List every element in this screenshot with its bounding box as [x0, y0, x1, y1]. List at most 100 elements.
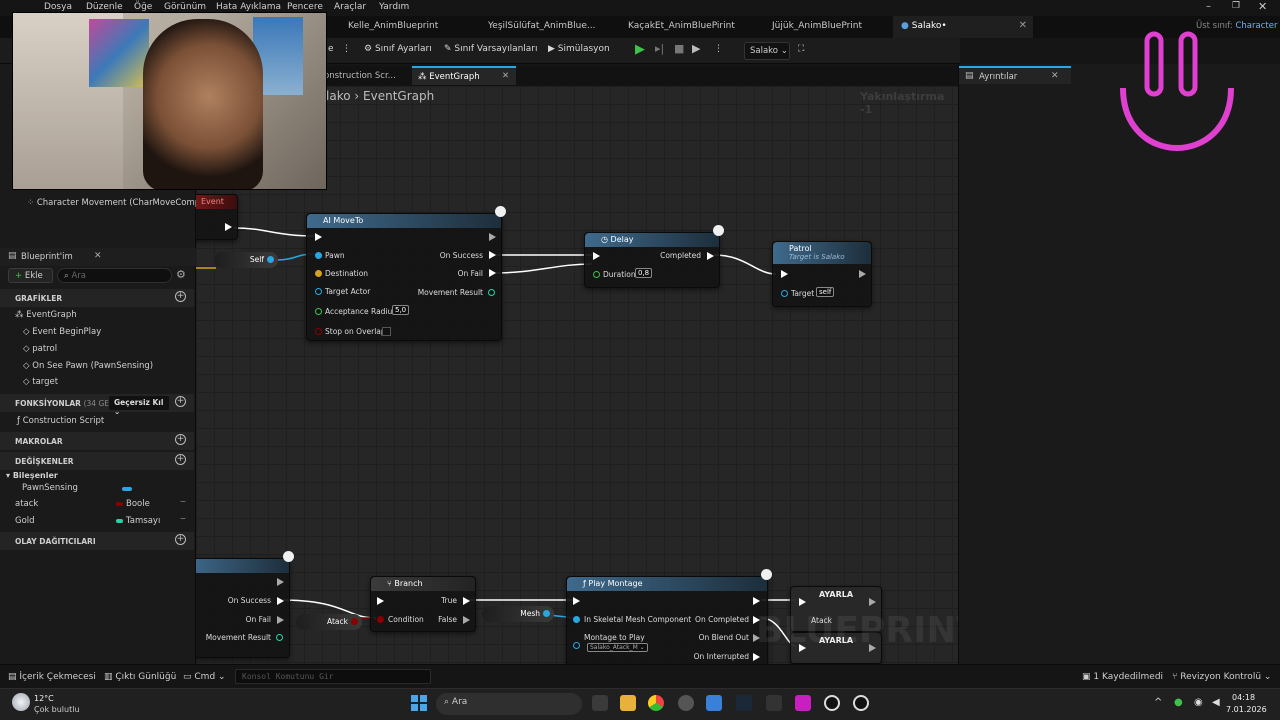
add-dispatcher-icon[interactable]: +	[175, 534, 186, 545]
step-icon[interactable]: ▸|	[655, 42, 664, 55]
file-explorer-icon[interactable]	[620, 695, 636, 711]
play-icon[interactable]: ▶	[635, 42, 645, 57]
skeletal-mesh-pin[interactable]	[573, 616, 580, 623]
mic-icon[interactable]: ●	[1174, 697, 1183, 708]
class-defaults-button[interactable]: ✎ Sınıf Varsayılanları	[444, 44, 538, 54]
exec-out-pin[interactable]	[225, 223, 232, 231]
self-variable-node[interactable]: Self	[214, 252, 278, 268]
close-tab-icon[interactable]: ✕	[502, 71, 509, 81]
completed-pin[interactable]	[707, 252, 714, 260]
more-menu-icon[interactable]: ⋮	[342, 44, 351, 54]
content-drawer-button[interactable]: ▤ İçerik Çekmecesi	[8, 672, 96, 682]
variable-item-gold[interactable]: Gold	[15, 516, 35, 526]
condition-pin[interactable]	[377, 616, 384, 623]
close-tab-icon[interactable]: ✕	[1019, 20, 1027, 31]
epic-games-icon[interactable]	[766, 695, 782, 711]
chrome-icon[interactable]	[648, 695, 664, 711]
clock-time[interactable]: 04:18	[1232, 693, 1255, 702]
false-pin[interactable]	[463, 616, 470, 624]
exec-out-pin[interactable]	[753, 597, 760, 605]
revision-control-button[interactable]: ⑂ Revizyon Kontrolü ⌄	[1172, 672, 1271, 682]
bool-pin[interactable]	[351, 618, 358, 625]
atack-variable-node[interactable]: Atack	[296, 614, 362, 630]
tab-salako[interactable]: ● Salako• ✕	[893, 16, 1033, 38]
steam-icon[interactable]	[736, 695, 752, 711]
visibility-icon[interactable]: ⌣	[180, 514, 186, 524]
graph-item-eventgraph[interactable]: ⁂ EventGraph	[15, 310, 77, 320]
branch-node[interactable]: ⑂ Branch Condition True False	[370, 576, 476, 632]
exec-in-pin[interactable]	[781, 270, 788, 278]
movement-result-pin[interactable]	[488, 289, 495, 296]
unreal-icon[interactable]	[824, 695, 840, 711]
duration-pin[interactable]	[593, 271, 600, 278]
component-item-charmove[interactable]: ⁘ Character Movement (CharMoveComp)	[27, 198, 203, 208]
event-node-partial[interactable]: Event	[196, 194, 238, 240]
class-settings-button[interactable]: ⚙ Sınıf Ayarları	[364, 44, 432, 54]
unreal-active-icon[interactable]	[853, 695, 869, 711]
add-variable-icon[interactable]: +	[175, 454, 186, 465]
components-group[interactable]: ▾ Bileşenler	[6, 471, 58, 480]
on-interrupted-pin[interactable]	[753, 653, 760, 661]
movement-result-pin[interactable]	[276, 634, 283, 641]
weather-icon[interactable]	[12, 693, 30, 711]
on-fail-pin[interactable]	[489, 269, 496, 277]
section-variables[interactable]: DEĞİŞKENLER +	[0, 452, 194, 470]
tab-yesilsulufat[interactable]: YeşilSülüfat_AnimBlue...	[480, 16, 620, 38]
variable-item-pawnsensing[interactable]: PawnSensing	[22, 483, 78, 493]
simulation-button[interactable]: ▶ Simülasyon	[548, 44, 610, 54]
tab-kelle[interactable]: Kelle_AnimBlueprint	[330, 16, 480, 38]
section-macros[interactable]: MAKROLAR +	[0, 432, 194, 450]
eject-icon[interactable]: ▶	[692, 42, 700, 55]
montage-value-box[interactable]: Salako_Atack_M ⌄	[587, 643, 648, 652]
true-pin[interactable]	[463, 597, 470, 605]
close-window-icon[interactable]: ✕	[1258, 0, 1267, 13]
compile-button[interactable]: e	[328, 44, 334, 54]
variable-type[interactable]: Tamsayı	[126, 516, 160, 526]
duration-value[interactable]: 0,8	[635, 268, 653, 278]
minimize-icon[interactable]: –	[1206, 1, 1211, 12]
graph-item-beginplay[interactable]: ◇ Event BeginPlay	[23, 327, 101, 337]
menu-tools[interactable]: Araçlar	[334, 2, 366, 12]
settings-gear-icon[interactable]: ⚙	[176, 268, 186, 281]
destination-pin[interactable]	[315, 270, 322, 277]
function-item-construction[interactable]: ƒ Construction Script	[17, 416, 104, 426]
volume-icon[interactable]: ◀	[1212, 697, 1220, 708]
exec-out-pin[interactable]	[277, 578, 284, 586]
menu-view[interactable]: Görünüm	[164, 2, 206, 12]
patrol-node[interactable]: Patrol Target is Salako Target self	[772, 241, 872, 307]
tab-eventgraph[interactable]: ⁂ EventGraph ✕	[412, 66, 516, 85]
console-input[interactable]: Konsol Komutunu Gir	[235, 669, 431, 684]
exec-out-pin[interactable]	[859, 270, 866, 278]
exec-in-pin[interactable]	[377, 597, 384, 605]
exec-in-pin[interactable]	[315, 233, 322, 241]
exec-out-pin[interactable]	[489, 233, 496, 241]
menu-asset[interactable]: Öğe	[134, 2, 152, 12]
object-pin[interactable]	[543, 610, 550, 617]
network-icon[interactable]: ◉	[1194, 697, 1203, 708]
override-dropdown[interactable]: Geçersiz Kıl ⌄	[109, 396, 169, 416]
close-panel-icon[interactable]: ✕	[1051, 71, 1059, 81]
tab-kacaket[interactable]: KaçakEt_AnimBluePirint	[620, 16, 760, 38]
montage-pin[interactable]	[573, 642, 580, 649]
parent-class-value[interactable]: Character	[1235, 21, 1277, 31]
debug-target-dropdown[interactable]: Salako ⌄	[744, 42, 790, 60]
tray-chevron-icon[interactable]: ^	[1154, 697, 1162, 708]
on-success-pin[interactable]	[277, 597, 284, 605]
menu-file[interactable]: Dosya	[44, 2, 72, 12]
target-value[interactable]: self	[816, 287, 835, 297]
menu-window[interactable]: Pencere	[287, 2, 323, 12]
store-icon[interactable]	[706, 695, 722, 711]
stop-overlap-pin[interactable]	[315, 328, 322, 335]
variable-item-atack[interactable]: atack	[15, 499, 38, 509]
details-tab[interactable]: ▤ Ayrıntılar ✕	[959, 66, 1071, 84]
target-actor-pin[interactable]	[315, 288, 322, 295]
add-graph-icon[interactable]: +	[175, 291, 186, 302]
radius-pin[interactable]	[315, 308, 322, 315]
exec-out-pin[interactable]	[869, 598, 876, 606]
app-icon[interactable]	[678, 695, 694, 711]
visibility-icon[interactable]: ⌣	[180, 497, 186, 507]
search-field[interactable]: ⌕ Ara	[57, 268, 172, 283]
lower-moveto-node-partial[interactable]: On Success On Fail Movement Result	[196, 551, 294, 658]
graph-item-onseepawn[interactable]: ◇ On See Pawn (PawnSensing)	[23, 361, 153, 371]
taskbar-search[interactable]: ⌕ Ara	[436, 693, 582, 715]
